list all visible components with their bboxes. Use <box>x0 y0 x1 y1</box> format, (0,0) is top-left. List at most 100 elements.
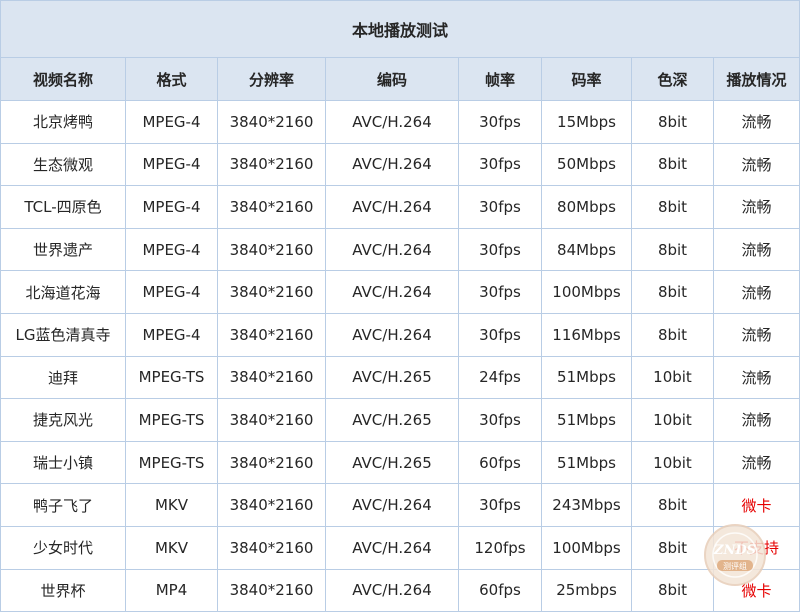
cell-bitrate: 116Mbps <box>541 312 632 357</box>
cell-playback-status: 流畅 <box>712 270 800 314</box>
playback-test-table: 本地播放测试 视频名称 格式 分辨率 编码 帧率 码率 色深 播放情况 北京烤鸭 MPEG-4 3… <box>0 0 800 612</box>
cell-frame-rate: 30fps <box>458 185 542 229</box>
cell-bitrate: 100Mbps <box>541 270 632 314</box>
cell-playback-status: 流畅 <box>712 185 800 229</box>
cell-format: MPEG-4 <box>125 270 218 314</box>
cell-bitrate: 84Mbps <box>541 227 632 272</box>
cell-frame-rate: 60fps <box>458 568 542 612</box>
cell-playback-status: 不支持 <box>712 525 800 570</box>
cell-video-name: 世界遗产 <box>0 227 126 272</box>
table-row: 北海道花海 MPEG-4 3840*2160 AVC/H.264 30fps 100Mbp… <box>0 270 800 314</box>
cell-color-depth: 8bit <box>631 312 714 357</box>
cell-bitrate: 25mbps <box>541 568 632 612</box>
cell-playback-status: 流畅 <box>712 440 800 485</box>
cell-video-name: 生态微观 <box>0 142 126 187</box>
table-row: 世界遗产 MPEG-4 3840*2160 AVC/H.264 30fps 84Mbps 8… <box>0 227 800 272</box>
cell-bitrate: 100Mbps <box>541 525 632 570</box>
column-header-format: 格式 <box>125 57 218 101</box>
cell-codec: AVC/H.264 <box>325 525 459 570</box>
cell-format: MPEG-TS <box>125 440 218 485</box>
cell-format: MPEG-4 <box>125 142 218 187</box>
table-row: 捷克风光 MPEG-TS 3840*2160 AVC/H.265 30fps 51Mbps… <box>0 398 800 442</box>
table-row: LG蓝色清真寺 MPEG-4 3840*2160 AVC/H.264 30fps 116M… <box>0 312 800 357</box>
cell-codec: AVC/H.265 <box>325 355 459 400</box>
cell-color-depth: 8bit <box>631 270 714 314</box>
cell-playback-status: 流畅 <box>712 100 800 144</box>
cell-color-depth: 8bit <box>631 142 714 187</box>
cell-video-name: 少女时代 <box>0 525 126 570</box>
cell-frame-rate: 30fps <box>458 227 542 272</box>
cell-format: MPEG-TS <box>125 355 218 400</box>
table-row: 鸭子飞了 MKV 3840*2160 AVC/H.264 30fps 243Mbps 8bi… <box>0 483 800 527</box>
cell-resolution: 3840*2160 <box>217 227 326 272</box>
cell-playback-status: 流畅 <box>712 355 800 400</box>
cell-color-depth: 10bit <box>631 355 714 400</box>
column-header-playback-status: 播放情况 <box>712 57 800 101</box>
cell-resolution: 3840*2160 <box>217 525 326 570</box>
cell-codec: AVC/H.265 <box>325 398 459 442</box>
cell-color-depth: 8bit <box>631 100 714 144</box>
cell-frame-rate: 30fps <box>458 398 542 442</box>
cell-resolution: 3840*2160 <box>217 398 326 442</box>
cell-codec: AVC/H.264 <box>325 100 459 144</box>
cell-frame-rate: 30fps <box>458 483 542 527</box>
cell-playback-status: 流畅 <box>712 227 800 272</box>
cell-codec: AVC/H.264 <box>325 142 459 187</box>
cell-codec: AVC/H.264 <box>325 270 459 314</box>
cell-playback-status: 流畅 <box>712 398 800 442</box>
cell-video-name: 迪拜 <box>0 355 126 400</box>
cell-format: MPEG-TS <box>125 398 218 442</box>
table-row: TCL-四原色 MPEG-4 3840*2160 AVC/H.264 30fps 80Mb… <box>0 185 800 229</box>
table-row: 世界杯 MP4 3840*2160 AVC/H.264 60fps 25mbps 8bit 微… <box>0 568 800 612</box>
cell-frame-rate: 24fps <box>458 355 542 400</box>
cell-video-name: 世界杯 <box>0 568 126 612</box>
cell-frame-rate: 30fps <box>458 142 542 187</box>
column-header-video-name: 视频名称 <box>0 57 126 101</box>
table-row: 迪拜 MPEG-TS 3840*2160 AVC/H.265 24fps 51Mbps 10… <box>0 355 800 400</box>
cell-color-depth: 10bit <box>631 440 714 485</box>
cell-codec: AVC/H.264 <box>325 185 459 229</box>
cell-codec: AVC/H.264 <box>325 568 459 612</box>
cell-bitrate: 243Mbps <box>541 483 632 527</box>
cell-color-depth: 8bit <box>631 227 714 272</box>
results-table-sheet: 本地播放测试 视频名称 格式 分辨率 编码 帧率 码率 色深 播放情况 北京烤鸭 MPEG-4 3… <box>0 0 800 612</box>
cell-color-depth: 8bit <box>631 185 714 229</box>
cell-resolution: 3840*2160 <box>217 100 326 144</box>
column-header-frame-rate: 帧率 <box>458 57 542 101</box>
cell-resolution: 3840*2160 <box>217 440 326 485</box>
cell-color-depth: 8bit <box>631 568 714 612</box>
cell-resolution: 3840*2160 <box>217 483 326 527</box>
cell-bitrate: 51Mbps <box>541 355 632 400</box>
cell-codec: AVC/H.265 <box>325 440 459 485</box>
cell-frame-rate: 30fps <box>458 270 542 314</box>
column-header-bitrate: 码率 <box>541 57 632 101</box>
cell-video-name: TCL-四原色 <box>0 185 126 229</box>
cell-frame-rate: 30fps <box>458 312 542 357</box>
cell-bitrate: 51Mbps <box>541 440 632 485</box>
cell-codec: AVC/H.264 <box>325 227 459 272</box>
cell-playback-status: 流畅 <box>712 312 800 357</box>
table-row: 北京烤鸭 MPEG-4 3840*2160 AVC/H.264 30fps 15Mbps 8… <box>0 100 800 144</box>
cell-playback-status: 微卡 <box>712 483 800 527</box>
table-row: 少女时代 MKV 3840*2160 AVC/H.264 120fps 100Mbps 8b… <box>0 525 800 570</box>
table-header-row: 视频名称 格式 分辨率 编码 帧率 码率 色深 播放情况 <box>0 57 800 101</box>
cell-format: MKV <box>125 483 218 527</box>
cell-color-depth: 10bit <box>631 398 714 442</box>
cell-format: MPEG-4 <box>125 185 218 229</box>
cell-color-depth: 8bit <box>631 483 714 527</box>
cell-bitrate: 51Mbps <box>541 398 632 442</box>
cell-format: MKV <box>125 525 218 570</box>
cell-frame-rate: 60fps <box>458 440 542 485</box>
cell-format: MPEG-4 <box>125 227 218 272</box>
cell-playback-status: 流畅 <box>712 142 800 187</box>
column-header-resolution: 分辨率 <box>217 57 326 101</box>
cell-video-name: 瑞士小镇 <box>0 440 126 485</box>
cell-resolution: 3840*2160 <box>217 142 326 187</box>
cell-codec: AVC/H.264 <box>325 312 459 357</box>
cell-frame-rate: 30fps <box>458 100 542 144</box>
cell-bitrate: 80Mbps <box>541 185 632 229</box>
cell-video-name: 北海道花海 <box>0 270 126 314</box>
cell-format: MP4 <box>125 568 218 612</box>
cell-video-name: 北京烤鸭 <box>0 100 126 144</box>
cell-resolution: 3840*2160 <box>217 312 326 357</box>
